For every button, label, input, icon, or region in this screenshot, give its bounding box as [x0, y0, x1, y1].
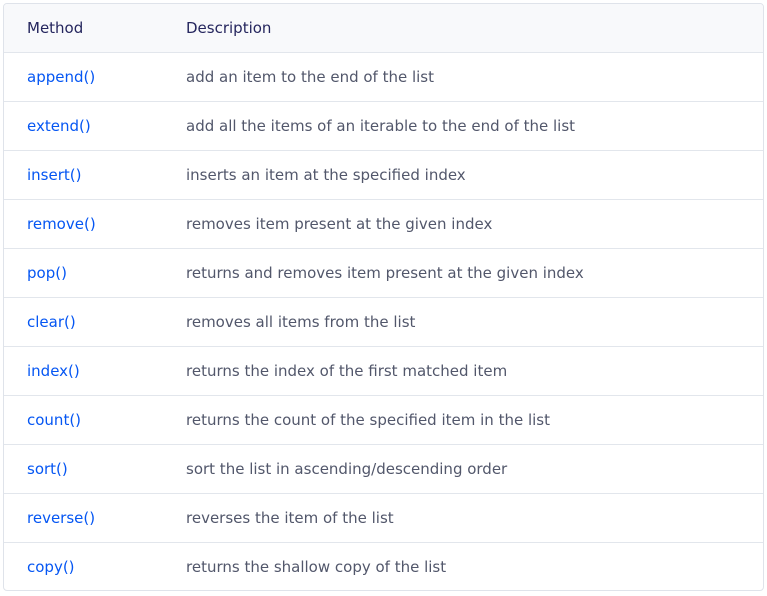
method-description: add all the items of an iterable to the … [163, 100, 763, 150]
method-column-header: Method [4, 4, 163, 52]
table-row: remove() removes item present at the giv… [4, 198, 763, 248]
table-row: clear() removes all items from the list [4, 296, 763, 346]
method-link[interactable]: append() [4, 51, 163, 101]
header-row: Method Description [4, 4, 763, 52]
method-description: returns the index of the first matched i… [163, 345, 763, 395]
table-header: Method Description [4, 4, 763, 52]
method-link[interactable]: reverse() [4, 492, 163, 542]
method-link[interactable]: sort() [4, 443, 163, 493]
method-description: returns the shallow copy of the list [163, 541, 763, 590]
table-row: index() returns the index of the first m… [4, 345, 763, 395]
table-row: pop() returns and removes item present a… [4, 247, 763, 297]
table-row: extend() add all the items of an iterabl… [4, 100, 763, 150]
method-link[interactable]: extend() [4, 100, 163, 150]
table-row: reverse() reverses the item of the list [4, 492, 763, 542]
table-row: count() returns the count of the specifi… [4, 394, 763, 444]
table-row: sort() sort the list in ascending/descen… [4, 443, 763, 493]
method-description: removes all items from the list [163, 296, 763, 346]
table-row: insert() inserts an item at the specifie… [4, 149, 763, 199]
method-link[interactable]: count() [4, 394, 163, 444]
method-description: removes item present at the given index [163, 198, 763, 248]
table-row: copy() returns the shallow copy of the l… [4, 541, 763, 590]
method-description: returns and removes item present at the … [163, 247, 763, 297]
method-description: reverses the item of the list [163, 492, 763, 542]
method-description: inserts an item at the specified index [163, 149, 763, 199]
table-body: append() add an item to the end of the l… [4, 51, 763, 590]
description-column-header: Description [163, 4, 763, 52]
method-link[interactable]: index() [4, 345, 163, 395]
method-link[interactable]: copy() [4, 541, 163, 590]
table-row: append() add an item to the end of the l… [4, 51, 763, 101]
method-link[interactable]: insert() [4, 149, 163, 199]
method-description: sort the list in ascending/descending or… [163, 443, 763, 493]
list-methods-table: Method Description append() add an item … [4, 4, 763, 590]
method-link[interactable]: pop() [4, 247, 163, 297]
list-methods-table-container: Method Description append() add an item … [3, 3, 764, 591]
method-link[interactable]: remove() [4, 198, 163, 248]
method-link[interactable]: clear() [4, 296, 163, 346]
method-description: returns the count of the specified item … [163, 394, 763, 444]
method-description: add an item to the end of the list [163, 51, 763, 101]
